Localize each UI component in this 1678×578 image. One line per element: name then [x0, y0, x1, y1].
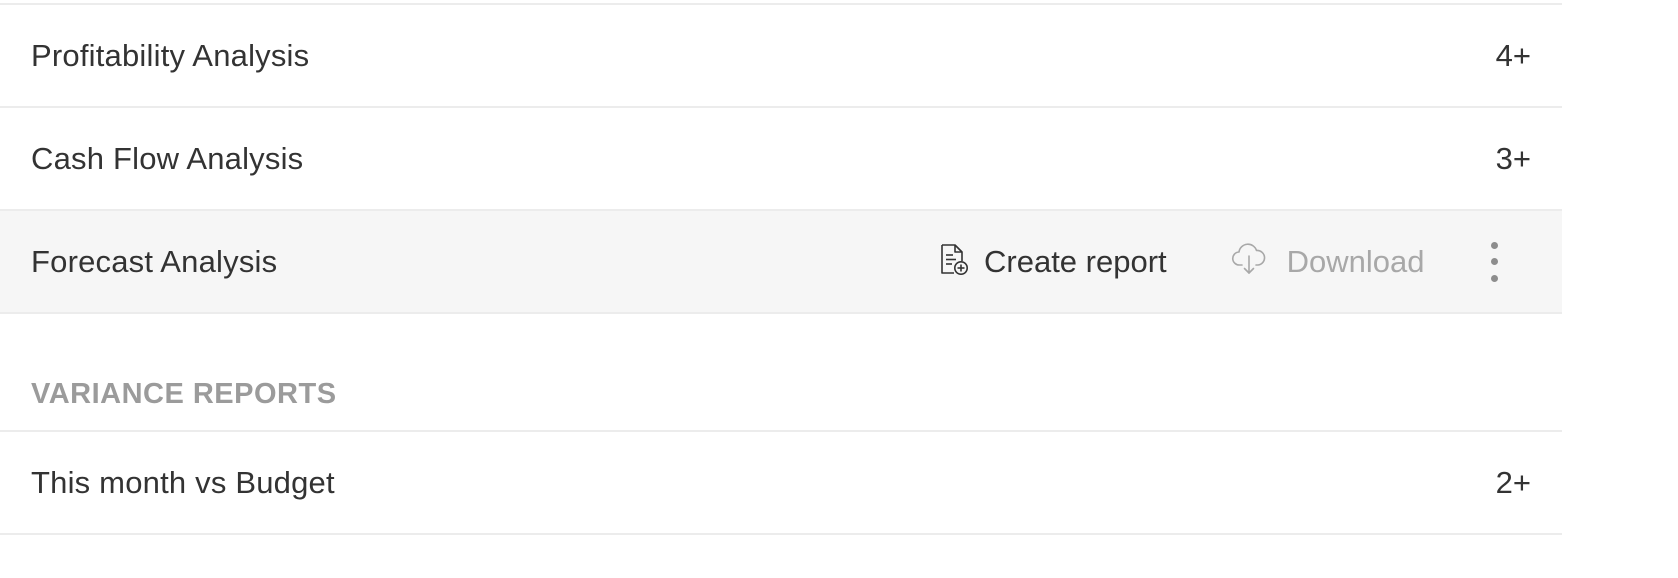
- right-gutter: [1562, 0, 1678, 578]
- create-report-button[interactable]: Create report: [936, 242, 1167, 281]
- report-row-forecast[interactable]: Forecast Analysis Create report Download: [0, 211, 1562, 314]
- report-count: 3+: [1495, 140, 1531, 176]
- kebab-dot-icon: [1491, 274, 1499, 282]
- report-count: 4+: [1495, 37, 1531, 73]
- document-plus-icon: [936, 242, 970, 281]
- more-options-button[interactable]: [1485, 241, 1505, 282]
- report-row-cash-flow[interactable]: Cash Flow Analysis 3+: [0, 108, 1562, 211]
- variance-reports-header: VARIANCE REPORTS: [0, 372, 1562, 432]
- kebab-dot-icon: [1491, 241, 1499, 249]
- reports-page: Profitability Analysis 4+ Cash Flow Anal…: [0, 0, 1678, 578]
- cloud-download-icon: [1231, 242, 1267, 281]
- report-label: Cash Flow Analysis: [31, 140, 304, 176]
- reports-list: Profitability Analysis 4+ Cash Flow Anal…: [0, 0, 1562, 535]
- row-actions: Create report Download: [936, 211, 1505, 312]
- report-label: This month vs Budget: [31, 464, 335, 500]
- report-row-this-month-vs-budget[interactable]: This month vs Budget 2+: [0, 432, 1562, 535]
- report-label: Forecast Analysis: [31, 243, 278, 279]
- section-title: VARIANCE REPORTS: [31, 378, 337, 410]
- report-label: Profitability Analysis: [31, 37, 310, 73]
- report-count: 2+: [1495, 464, 1531, 500]
- create-report-label: Create report: [984, 243, 1167, 279]
- download-label: Download: [1286, 243, 1425, 279]
- report-row-profitability[interactable]: Profitability Analysis 4+: [0, 5, 1562, 108]
- download-button[interactable]: Download: [1231, 242, 1425, 281]
- kebab-dot-icon: [1491, 258, 1499, 265]
